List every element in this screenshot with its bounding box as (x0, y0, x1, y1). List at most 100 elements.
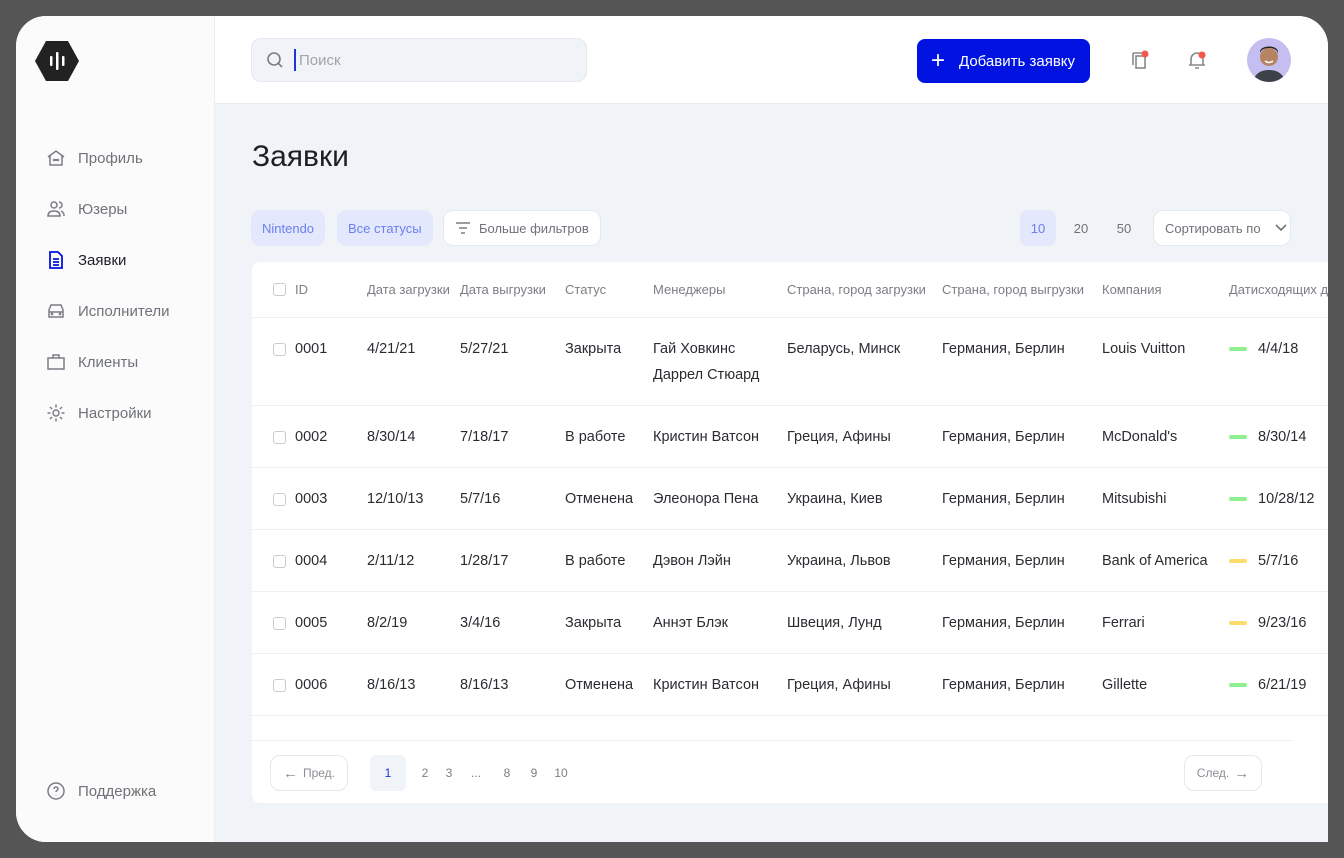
cell-to: Германия, Берлин (942, 341, 1065, 357)
requests-table: ID Дата загрузки Дата выгрузки Статус Менедж… (252, 262, 1328, 803)
status-indicator (1229, 497, 1247, 501)
cell-id: 0006 (295, 677, 328, 693)
sidebar: Профиль Юзеры Заявки Исполнители Клиенты… (16, 16, 215, 842)
cell-from: Швеция, Лунд (787, 615, 882, 631)
table-row[interactable]: 0005 8/2/19 3/4/16 Закрыта Аннэт Блэк Швеция,… (252, 592, 1328, 654)
column-header[interactable]: Датисходящих д (1229, 277, 1328, 303)
page-title: Заявки (252, 140, 349, 173)
page-ellipsis: ... (470, 766, 481, 780)
per-page-10[interactable]: 10 (1020, 210, 1056, 246)
table-row[interactable]: 0001 4/21/21 5/27/21 Закрыта Гай Ховкинс Бела… (252, 318, 1328, 406)
cell-status: Отменена (565, 491, 634, 507)
nav-label: Исполнители (78, 302, 170, 320)
plus-icon: + (931, 47, 946, 74)
column-header[interactable]: ID (295, 277, 308, 303)
add-request-button[interactable]: + Добавить заявку (917, 39, 1090, 83)
cell-date: 4/4/18 (1258, 341, 1299, 357)
cell-company: Bank of America (1102, 553, 1208, 569)
nav-label: Настройки (78, 404, 152, 422)
sidebar-item-settings[interactable]: Настройки (46, 403, 152, 423)
search-input[interactable] (294, 49, 554, 71)
filter-chip-status[interactable]: Все статусы (337, 210, 433, 246)
row-checkbox[interactable] (273, 343, 286, 356)
sidebar-item-profile[interactable]: Профиль (46, 148, 143, 168)
cell-date: 9/23/16 (1258, 615, 1307, 631)
cell-m1: Кристин Ватсон (653, 429, 760, 445)
cell-id: 0005 (295, 615, 328, 631)
logo-icon (35, 41, 79, 81)
row-checkbox[interactable] (273, 431, 286, 444)
per-page-50[interactable]: 50 (1106, 210, 1142, 246)
table-row[interactable]: 0004 2/11/12 1/28/17 В работе Дэвон Лэйн Укра… (252, 530, 1328, 592)
status-indicator (1229, 621, 1247, 625)
support-link[interactable]: Поддержка (46, 781, 156, 801)
column-header[interactable]: Страна, город выгрузки (942, 277, 1084, 303)
page-9[interactable]: 9 (519, 755, 549, 791)
cell-unload: 3/4/16 (460, 615, 501, 631)
column-header[interactable]: Статус (565, 277, 606, 303)
cell-m2: Даррел Стюард (653, 367, 760, 383)
page-1[interactable]: 1 (370, 755, 406, 791)
sidebar-item-clients[interactable]: Клиенты (46, 352, 138, 372)
cell-from: Греция, Афины (787, 429, 891, 445)
bell-icon[interactable] (1186, 49, 1208, 71)
cell-company: Gillette (1102, 677, 1148, 693)
sidebar-item-requests[interactable]: Заявки (46, 250, 126, 270)
prev-label: Пред. (302, 766, 336, 780)
sort-label: Сортировать по (1165, 220, 1261, 236)
cell-status: Отменена (565, 677, 634, 693)
sidebar-item-executors[interactable]: Исполнители (46, 301, 170, 321)
briefcase-icon (47, 354, 65, 370)
cell-to: Германия, Берлин (942, 553, 1065, 569)
cell-id: 0001 (295, 341, 328, 357)
cell-company: McDonald's (1102, 429, 1178, 445)
cell-m1: Кристин Ватсон (653, 677, 760, 693)
search-box[interactable] (251, 38, 587, 82)
select-all-checkbox[interactable] (273, 283, 286, 296)
row-checkbox[interactable] (273, 617, 286, 630)
column-header[interactable]: Дата выгрузки (460, 277, 546, 303)
status-indicator (1229, 347, 1247, 351)
cell-load: 8/16/13 (367, 677, 416, 693)
sidebar-item-users[interactable]: Юзеры (46, 199, 127, 219)
document-icon (49, 251, 63, 269)
sort-dropdown[interactable]: Сортировать по (1153, 210, 1291, 246)
cell-date: 6/21/19 (1258, 677, 1307, 693)
per-page-20[interactable]: 20 (1063, 210, 1099, 246)
column-header[interactable]: Менеджеры (653, 277, 725, 303)
row-checkbox[interactable] (273, 679, 286, 692)
user-avatar[interactable] (1247, 38, 1291, 82)
copy-notifications-icon[interactable] (1128, 49, 1150, 71)
table-row[interactable]: 0006 8/16/13 8/16/13 Отменена Кристин Ватсон… (252, 654, 1328, 716)
prev-page-button[interactable]: ← Пред. (270, 755, 348, 791)
table-row[interactable]: 0003 12/10/13 5/7/16 Отменена Элеонора Пена У… (252, 468, 1328, 530)
more-filters-button[interactable]: Больше фильтров (443, 210, 601, 246)
page-3[interactable]: 3 (434, 755, 464, 791)
cell-from: Греция, Афины (787, 677, 891, 693)
column-header[interactable]: Компания (1102, 277, 1162, 303)
cell-m1: Элеонора Пена (653, 491, 759, 507)
cell-to: Германия, Берлин (942, 491, 1065, 507)
table-row[interactable]: 0002 8/30/14 7/18/17 В работе Кристин Ватсон… (252, 406, 1328, 468)
cell-to: Германия, Берлин (942, 677, 1065, 693)
page-10[interactable]: 10 (546, 755, 576, 791)
pagination: ← Пред. 1 2 3... 8 9 10 След. → (252, 740, 1292, 803)
cell-to: Германия, Берлин (942, 429, 1065, 445)
top-bar: + Добавить заявку (215, 16, 1328, 104)
next-label: След. (1196, 766, 1230, 780)
cell-id: 0002 (295, 429, 328, 445)
cell-date: 8/30/14 (1258, 429, 1307, 445)
filter-chip-company[interactable]: Nintendo (251, 210, 326, 246)
page-8[interactable]: 8 (492, 755, 522, 791)
column-header[interactable]: Дата загрузки (367, 277, 450, 303)
nav-label: Профиль (78, 149, 143, 167)
row-checkbox[interactable] (273, 493, 286, 506)
row-checkbox[interactable] (273, 555, 286, 568)
column-header[interactable]: Страна, город загрузки (787, 277, 926, 303)
cell-unload: 5/7/16 (460, 491, 501, 507)
next-page-button[interactable]: След. → (1184, 755, 1262, 791)
cell-load: 12/10/13 (367, 491, 424, 507)
users-icon (47, 201, 65, 217)
cell-load: 8/2/19 (367, 615, 408, 631)
gear-icon (47, 404, 65, 422)
